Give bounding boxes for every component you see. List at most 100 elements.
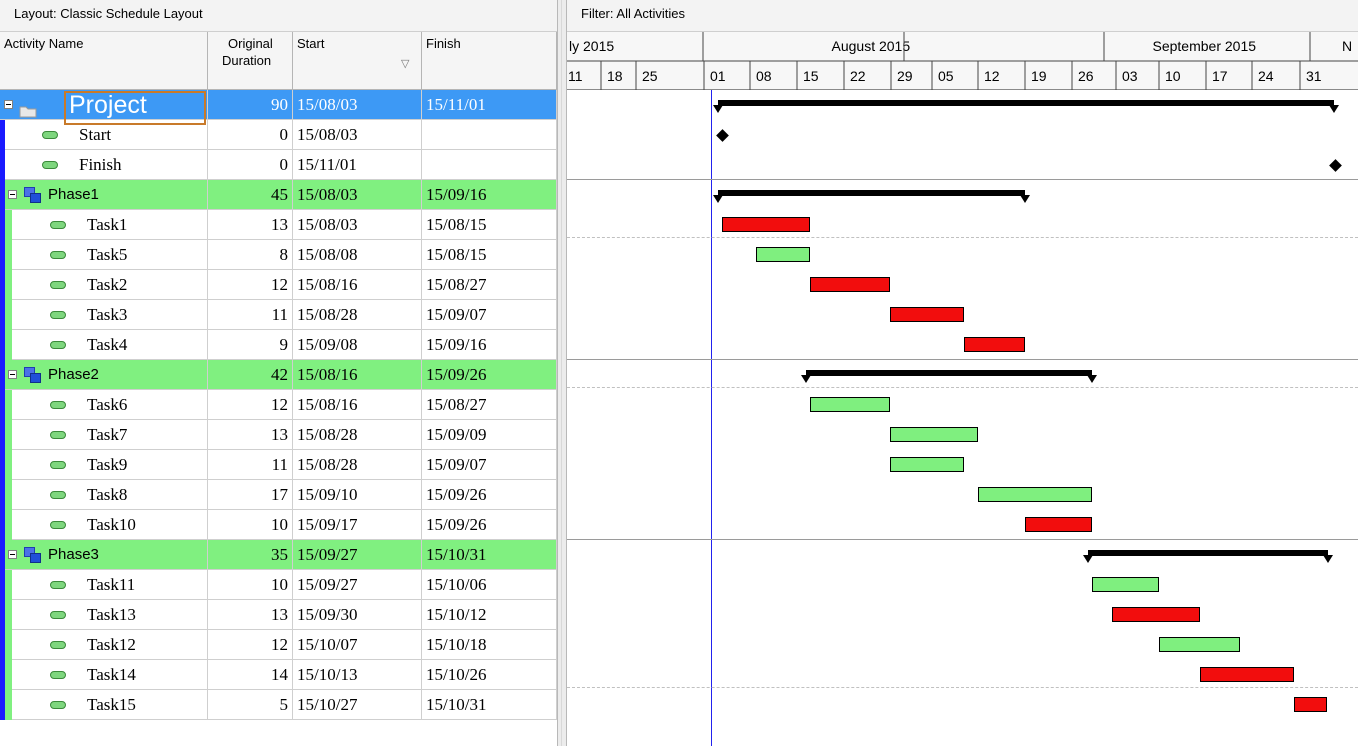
cell-duration[interactable]: 11 <box>208 300 293 330</box>
cell-activity-name[interactable]: Phase2 <box>5 360 208 390</box>
cell-duration[interactable]: 9 <box>208 330 293 360</box>
activity-row[interactable]: Task1 13 15/08/03 15/08/15 <box>0 210 557 240</box>
cell-finish[interactable]: 15/10/12 <box>422 600 557 630</box>
cell-duration[interactable]: 5 <box>208 690 293 720</box>
cell-finish[interactable] <box>422 120 557 150</box>
cell-duration[interactable]: 10 <box>208 570 293 600</box>
column-header-activity-name[interactable]: Activity Name <box>0 32 208 90</box>
cell-duration[interactable]: 0 <box>208 120 293 150</box>
activity-row[interactable]: Task12 12 15/10/07 15/10/18 <box>0 630 557 660</box>
activity-row[interactable]: Task7 13 15/08/28 15/09/09 <box>0 420 557 450</box>
cell-finish[interactable]: 15/09/26 <box>422 360 557 390</box>
activity-bar[interactable] <box>1092 577 1160 592</box>
cell-finish[interactable]: 15/10/18 <box>422 630 557 660</box>
collapse-icon[interactable] <box>8 370 17 379</box>
cell-start[interactable]: 15/10/13 <box>293 660 422 690</box>
cell-activity-name[interactable]: Task15 <box>12 690 208 720</box>
critical-activity-bar[interactable] <box>1199 667 1294 682</box>
cell-start[interactable]: 15/09/27 <box>293 570 422 600</box>
layout-label[interactable]: Layout: Classic Schedule Layout <box>14 6 203 21</box>
milestone-marker[interactable] <box>1329 159 1343 172</box>
cell-duration[interactable]: 12 <box>208 390 293 420</box>
project-row[interactable]: Project 90 15/08/03 15/11/01 <box>0 90 557 125</box>
cell-activity-name[interactable]: Task6 <box>12 390 208 420</box>
cell-finish[interactable]: 15/10/31 <box>422 690 557 720</box>
cell-duration[interactable]: 13 <box>208 420 293 450</box>
activity-bar[interactable] <box>1159 637 1240 652</box>
column-header-finish[interactable]: Finish <box>422 32 557 90</box>
activity-row[interactable]: Task11 10 15/09/27 15/10/06 <box>0 570 557 600</box>
cell-start[interactable]: 15/08/03 <box>293 180 422 210</box>
wbs-row[interactable]: Phase1 45 15/08/03 15/09/16 <box>0 180 557 210</box>
critical-activity-bar[interactable] <box>1293 697 1328 712</box>
milestone-marker[interactable] <box>716 129 730 142</box>
cell-start[interactable]: 15/11/01 <box>293 150 422 180</box>
summary-bar[interactable] <box>713 190 1030 203</box>
activity-row[interactable]: Task3 11 15/08/28 15/09/07 <box>0 300 557 330</box>
cell-activity-name[interactable]: Task2 <box>12 270 208 300</box>
cell-start[interactable]: 15/08/03 <box>293 120 422 150</box>
cell-duration[interactable]: 11 <box>208 450 293 480</box>
critical-activity-bar[interactable] <box>1112 607 1200 622</box>
critical-activity-bar[interactable] <box>809 277 891 292</box>
cell-finish[interactable]: 15/09/26 <box>422 510 557 540</box>
critical-activity-bar[interactable] <box>890 307 965 322</box>
activity-row[interactable]: Task5 8 15/08/08 15/08/15 <box>0 240 557 270</box>
cell-start[interactable]: 15/09/30 <box>293 600 422 630</box>
cell-finish[interactable]: 15/10/26 <box>422 660 557 690</box>
cell-duration[interactable]: 17 <box>208 480 293 510</box>
summary-bar[interactable] <box>1083 550 1333 563</box>
cell-activity-name[interactable]: Task4 <box>12 330 208 360</box>
collapse-icon[interactable] <box>8 190 17 199</box>
activity-row[interactable]: Task14 14 15/10/13 15/10/26 <box>0 660 557 690</box>
cell-finish[interactable]: 15/08/15 <box>422 240 557 270</box>
cell-activity-name[interactable]: Task7 <box>12 420 208 450</box>
cell-duration[interactable]: 45 <box>208 180 293 210</box>
cell-finish[interactable]: 15/10/06 <box>422 570 557 600</box>
activity-row[interactable]: Task6 12 15/08/16 15/08/27 <box>0 390 557 420</box>
cell-activity-name[interactable]: Task10 <box>12 510 208 540</box>
wbs-row[interactable]: Phase3 35 15/09/27 15/10/31 <box>0 540 557 570</box>
activity-row[interactable]: Task13 13 15/09/30 15/10/12 <box>0 600 557 630</box>
cell-duration[interactable]: 8 <box>208 240 293 270</box>
cell-duration[interactable]: 13 <box>208 210 293 240</box>
activity-row[interactable]: Task9 11 15/08/28 15/09/07 <box>0 450 557 480</box>
cell-finish[interactable]: 15/10/31 <box>422 540 557 570</box>
activity-bar[interactable] <box>756 247 810 262</box>
cell-finish[interactable]: 15/08/27 <box>422 390 557 420</box>
filter-label[interactable]: Filter: All Activities <box>581 6 685 21</box>
activity-bar[interactable] <box>809 397 891 412</box>
cell-start[interactable]: 15/08/16 <box>293 270 422 300</box>
activity-bar[interactable] <box>977 487 1093 502</box>
cell-activity-name[interactable]: Task3 <box>12 300 208 330</box>
cell-finish[interactable]: 15/09/16 <box>422 180 557 210</box>
cell-finish[interactable] <box>422 150 557 180</box>
critical-activity-bar[interactable] <box>964 337 1025 352</box>
cell-start[interactable]: 15/08/16 <box>293 390 422 420</box>
cell-start[interactable]: 15/08/28 <box>293 420 422 450</box>
cell-activity-name[interactable]: Task13 <box>12 600 208 630</box>
activity-bar[interactable] <box>890 457 965 472</box>
cell-activity-name[interactable]: Phase3 <box>5 540 208 570</box>
filter-bar[interactable]: Filter: All Activities <box>567 0 1358 32</box>
cell-finish[interactable]: 15/08/15 <box>422 210 557 240</box>
layout-bar[interactable]: Layout: Classic Schedule Layout <box>0 0 560 32</box>
cell-start[interactable]: 15/10/27 <box>293 690 422 720</box>
cell-activity-name[interactable]: Task12 <box>12 630 208 660</box>
activity-row[interactable]: Finish 0 15/11/01 <box>0 150 557 180</box>
column-header-start[interactable]: Start ▽ <box>293 32 422 90</box>
cell-duration[interactable]: 10 <box>208 510 293 540</box>
activity-row[interactable]: Task10 10 15/09/17 15/09/26 <box>0 510 557 540</box>
cell-start[interactable]: 15/08/16 <box>293 360 422 390</box>
cell-start[interactable]: 15/10/07 <box>293 630 422 660</box>
collapse-icon[interactable] <box>8 550 17 559</box>
cell-finish[interactable]: 15/11/01 <box>422 90 557 120</box>
critical-activity-bar[interactable] <box>1024 517 1093 532</box>
summary-bar[interactable] <box>800 370 1097 383</box>
cell-start[interactable]: 15/09/10 <box>293 480 422 510</box>
cell-start[interactable]: 15/09/27 <box>293 540 422 570</box>
cell-activity-name[interactable]: Task9 <box>12 450 208 480</box>
cell-finish[interactable]: 15/09/26 <box>422 480 557 510</box>
edit-focus-box[interactable] <box>64 91 206 125</box>
activity-row[interactable]: Task2 12 15/08/16 15/08/27 <box>0 270 557 300</box>
